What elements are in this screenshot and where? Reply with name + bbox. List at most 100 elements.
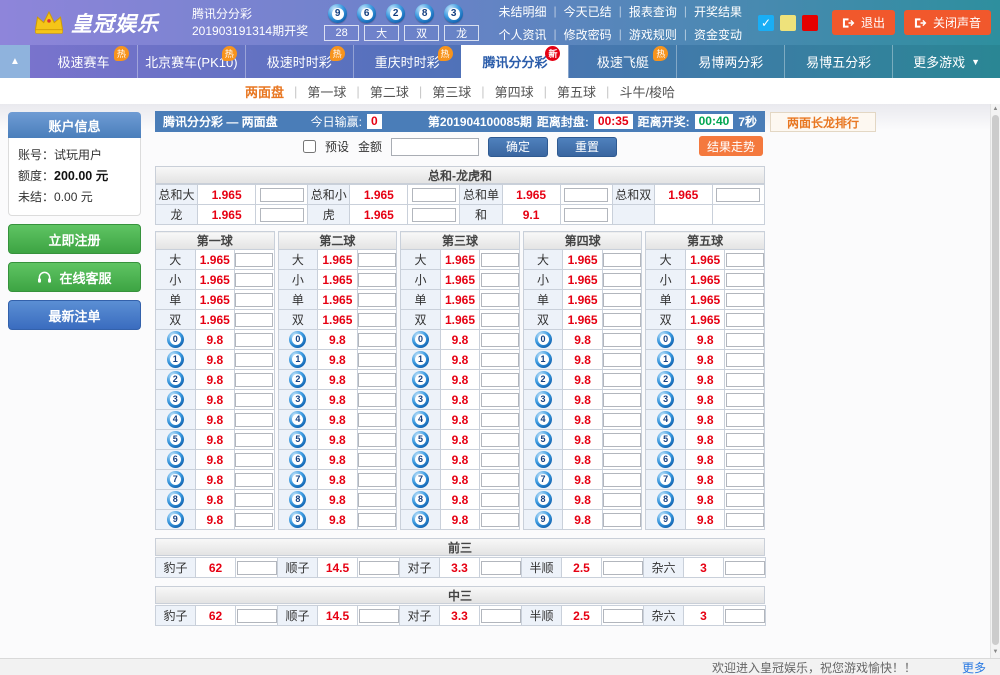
bet-input[interactable] <box>603 393 641 407</box>
bet-input[interactable] <box>358 373 396 387</box>
scroll-down-icon[interactable]: ▼ <box>991 647 1000 658</box>
bet-input[interactable] <box>481 373 519 387</box>
bet-input[interactable] <box>481 453 519 467</box>
odds-value-cell[interactable]: 9.8 <box>195 330 235 350</box>
odds-value-cell[interactable]: 9.8 <box>685 490 725 510</box>
nav-tab[interactable]: 腾讯分分彩新 <box>461 45 569 78</box>
yellow-swatch[interactable] <box>780 15 796 31</box>
bet-input[interactable] <box>603 353 641 367</box>
bet-input[interactable] <box>235 413 273 427</box>
bet-input[interactable] <box>603 313 641 327</box>
bet-input[interactable] <box>260 208 304 222</box>
odds-value-cell[interactable]: 1.965 <box>195 310 235 330</box>
odds-value-cell[interactable]: 9.8 <box>440 490 480 510</box>
odds-value-cell[interactable]: 1.965 <box>685 270 725 290</box>
bet-input[interactable] <box>235 333 273 347</box>
odds-value-cell[interactable]: 9.8 <box>685 470 725 490</box>
bet-input[interactable] <box>237 561 277 575</box>
header-link[interactable]: 今天已结 <box>564 3 612 20</box>
bet-input[interactable] <box>726 393 764 407</box>
odds-value-cell[interactable]: 9.8 <box>195 370 235 390</box>
bet-input[interactable] <box>481 513 519 527</box>
odds-value-cell[interactable]: 9.8 <box>685 350 725 370</box>
odds-value-cell[interactable]: 14.5 <box>318 558 358 578</box>
bet-input[interactable] <box>358 333 396 347</box>
odds-value-cell[interactable]: 9.8 <box>195 430 235 450</box>
odds-value-cell[interactable]: 9.8 <box>195 510 235 530</box>
bet-input[interactable] <box>358 293 396 307</box>
bet-input[interactable] <box>235 373 273 387</box>
bet-input[interactable] <box>359 561 399 575</box>
bet-input[interactable] <box>358 313 396 327</box>
collapse-button[interactable]: ▲ <box>0 45 30 78</box>
odds-value-cell[interactable]: 1.965 <box>350 205 408 225</box>
odds-value-cell[interactable]: 1.965 <box>198 205 256 225</box>
bet-input[interactable] <box>603 333 641 347</box>
bet-input[interactable] <box>726 453 764 467</box>
bet-input[interactable] <box>481 393 519 407</box>
odds-value-cell[interactable]: 1.965 <box>198 185 256 205</box>
bet-input[interactable] <box>603 273 641 287</box>
odds-value-cell[interactable]: 1.965 <box>685 290 725 310</box>
nav-tab[interactable]: 北京赛车(PK10)热 <box>137 45 245 78</box>
bet-input[interactable] <box>235 453 273 467</box>
odds-value-cell[interactable]: 9.8 <box>195 350 235 370</box>
odds-value-cell[interactable]: 9.8 <box>563 410 603 430</box>
odds-value-cell[interactable]: 3.3 <box>440 558 480 578</box>
bet-input[interactable] <box>235 433 273 447</box>
odds-value-cell[interactable]: 9.8 <box>440 470 480 490</box>
bet-input[interactable] <box>726 373 764 387</box>
odds-value-cell[interactable]: 9.8 <box>318 510 358 530</box>
bet-input[interactable] <box>726 293 764 307</box>
odds-value-cell[interactable]: 9.8 <box>318 330 358 350</box>
logout-button[interactable]: 退出 <box>832 10 895 35</box>
bet-input[interactable] <box>481 609 521 623</box>
bet-input[interactable] <box>481 493 519 507</box>
bet-input[interactable] <box>358 473 396 487</box>
bet-input[interactable] <box>603 413 641 427</box>
bet-input[interactable] <box>603 493 641 507</box>
subnav-item[interactable]: 两面盘 <box>245 82 284 101</box>
bet-input[interactable] <box>235 393 273 407</box>
bet-input[interactable] <box>481 433 519 447</box>
odds-value-cell[interactable]: 9.8 <box>318 470 358 490</box>
odds-value-cell[interactable]: 62 <box>196 606 236 626</box>
confirm-button[interactable]: 确定 <box>488 137 548 157</box>
bet-input[interactable] <box>358 493 396 507</box>
subnav-item[interactable]: 第二球 <box>370 82 409 101</box>
bet-input[interactable] <box>726 433 764 447</box>
bet-input[interactable] <box>726 473 764 487</box>
odds-value-cell[interactable]: 1.965 <box>195 290 235 310</box>
bet-input[interactable] <box>603 561 643 575</box>
odds-value-cell[interactable]: 1.965 <box>685 250 725 270</box>
bet-input[interactable] <box>603 253 641 267</box>
odds-value-cell[interactable]: 9.8 <box>685 410 725 430</box>
header-link[interactable]: 未结明细 <box>499 3 547 20</box>
online-service-button[interactable]: 在线客服 <box>8 262 141 292</box>
bet-input[interactable] <box>358 353 396 367</box>
odds-value-cell[interactable]: 3.3 <box>440 606 480 626</box>
bet-input[interactable] <box>235 473 273 487</box>
register-button[interactable]: 立即注册 <box>8 224 141 254</box>
odds-value-cell[interactable]: 9.8 <box>563 510 603 530</box>
odds-value-cell[interactable]: 9.8 <box>195 470 235 490</box>
odds-value-cell[interactable]: 9.8 <box>685 430 725 450</box>
odds-value-cell[interactable]: 9.8 <box>685 330 725 350</box>
bet-input[interactable] <box>358 273 396 287</box>
bet-input[interactable] <box>481 561 521 575</box>
nav-tab[interactable]: 易博两分彩 <box>676 45 784 78</box>
bet-input[interactable] <box>235 313 273 327</box>
odds-value-cell[interactable]: 9.8 <box>563 370 603 390</box>
odds-value-cell[interactable]: 2.5 <box>562 606 602 626</box>
bet-input[interactable] <box>725 609 765 623</box>
odds-value-cell[interactable]: 1.965 <box>440 290 480 310</box>
odds-value-cell[interactable]: 9.8 <box>318 370 358 390</box>
odds-value-cell[interactable]: 1.965 <box>318 250 358 270</box>
odds-value-cell[interactable]: 3 <box>684 558 724 578</box>
nav-tab[interactable]: 易博五分彩 <box>784 45 892 78</box>
odds-value-cell[interactable]: 1.965 <box>318 290 358 310</box>
odds-value-cell[interactable]: 9.8 <box>563 430 603 450</box>
odds-value-cell[interactable]: 1.965 <box>195 250 235 270</box>
odds-value-cell[interactable]: 9.8 <box>685 510 725 530</box>
odds-value-cell[interactable]: 9.8 <box>440 350 480 370</box>
